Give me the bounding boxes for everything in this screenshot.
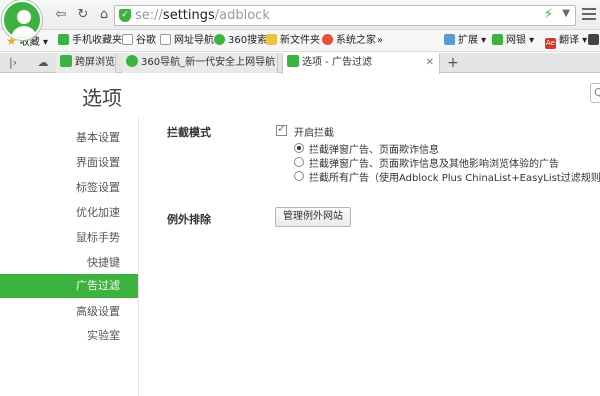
phone-icon	[60, 55, 72, 67]
bank-icon	[492, 34, 503, 45]
avatar[interactable]	[2, 0, 42, 40]
sidebar-item-adblock[interactable]: 广告过滤	[0, 274, 138, 298]
exceptions-label: 例外排除	[167, 213, 211, 226]
bookmarks-bar: ★ 收藏 ▾ 手机收藏夹 谷歌 网址导航 360搜索 新文件夹 系统之家 » 扩展…	[0, 30, 600, 52]
folder-icon	[266, 34, 277, 45]
sidebar-item-advanced[interactable]: 高级设置	[0, 300, 138, 324]
settings-search-input[interactable]: Q	[590, 83, 600, 103]
address-bar[interactable]: ✓ se://settings/adblock ⚡ ▼	[114, 5, 576, 26]
page-icon	[160, 34, 171, 45]
block-mode-label: 拦截模式	[167, 126, 211, 139]
sidebar-item-interface[interactable]: 界面设置	[0, 151, 138, 175]
option-label-1: 拦截弹窗广告、页面欺诈信息	[309, 145, 439, 156]
sidebar-item-shortcuts[interactable]: 快捷键	[0, 251, 138, 275]
360-icon	[126, 55, 138, 67]
extension-icon	[444, 34, 455, 45]
option-radio-2[interactable]	[294, 157, 304, 167]
settings-tab-icon	[287, 55, 299, 67]
sidebar-item-optimize[interactable]: 优化加速	[0, 201, 138, 225]
speed-mode-icon[interactable]: ⚡	[544, 7, 553, 22]
more-bookmarks-icon[interactable]: »	[377, 33, 383, 49]
enable-block-checkbox[interactable]	[276, 122, 287, 136]
bank-button[interactable]: 网银 ▾	[492, 33, 534, 49]
enable-block-label: 开启拦截	[294, 128, 334, 139]
tab-bar: |› ☁ 跨屏浏览 360导航_新一代安全上网导航 选项 - 广告过滤 ✕ +	[0, 53, 600, 74]
sidebar-item-mouse-gestures[interactable]: 鼠标手势	[0, 226, 138, 250]
bookmark-new-folder[interactable]: 新文件夹	[266, 33, 320, 49]
option-radio-1[interactable]	[294, 143, 304, 153]
sidebar-divider	[138, 118, 139, 396]
bookmark-nav[interactable]: 网址导航	[160, 33, 214, 49]
refresh-icon[interactable]: ↻	[74, 6, 92, 24]
translate-icon: Ae	[545, 38, 556, 49]
translate-button[interactable]: Ae 翻译 ▾	[545, 33, 587, 49]
sidebar-toggle-icon[interactable]: |›	[4, 53, 22, 73]
sidebar-item-lab[interactable]: 实验室	[0, 324, 138, 348]
extensions-button[interactable]: 扩展 ▾	[444, 33, 486, 49]
page-icon	[122, 34, 133, 45]
option-radio-3[interactable]	[294, 171, 304, 181]
chevron-down-icon[interactable]: ▼	[562, 8, 570, 19]
bookmark-360-search[interactable]: 360搜索	[214, 33, 267, 49]
cloud-icon[interactable]: ☁	[34, 53, 52, 73]
url-text: se://settings/adblock	[135, 8, 270, 23]
phone-icon	[58, 34, 69, 45]
shield-icon: ✓	[119, 9, 131, 22]
sidebar-item-tabs[interactable]: 标签设置	[0, 176, 138, 200]
bookmark-google[interactable]: 谷歌	[122, 33, 156, 49]
bookmark-mobile-favorites[interactable]: 手机收藏夹	[58, 33, 122, 49]
360-icon	[214, 34, 225, 45]
close-icon[interactable]: ✕	[426, 53, 434, 73]
browser-toolbar: ⇦ ↻ ⌂ ✓ se://settings/adblock ⚡ ▼	[0, 0, 600, 30]
back-icon[interactable]: ⇦	[52, 6, 70, 24]
tab-adblock-settings[interactable]: 选项 - 广告过滤 ✕	[282, 53, 440, 74]
windows-icon	[322, 34, 333, 45]
menu-icon[interactable]	[582, 8, 596, 20]
option-label-3: 拦截所有广告（使用Adblock Plus ChinaList+EasyList…	[309, 173, 600, 184]
option-label-2: 拦截弹窗广告、页面欺诈信息及其他影响浏览体验的广告	[309, 159, 559, 170]
screenshot-icon[interactable]	[588, 33, 600, 49]
home-icon[interactable]: ⌂	[95, 6, 113, 24]
tab-cross-screen[interactable]: 跨屏浏览	[56, 53, 116, 73]
sidebar-item-basic[interactable]: 基本设置	[0, 126, 138, 150]
new-tab-icon[interactable]: +	[444, 53, 462, 73]
tab-360-nav[interactable]: 360导航_新一代安全上网导航	[122, 53, 278, 73]
page-title: 选项	[82, 86, 122, 110]
manage-exceptions-button[interactable]: 管理例外网站	[275, 207, 351, 227]
bookmark-xitongzhijia[interactable]: 系统之家	[322, 33, 376, 49]
